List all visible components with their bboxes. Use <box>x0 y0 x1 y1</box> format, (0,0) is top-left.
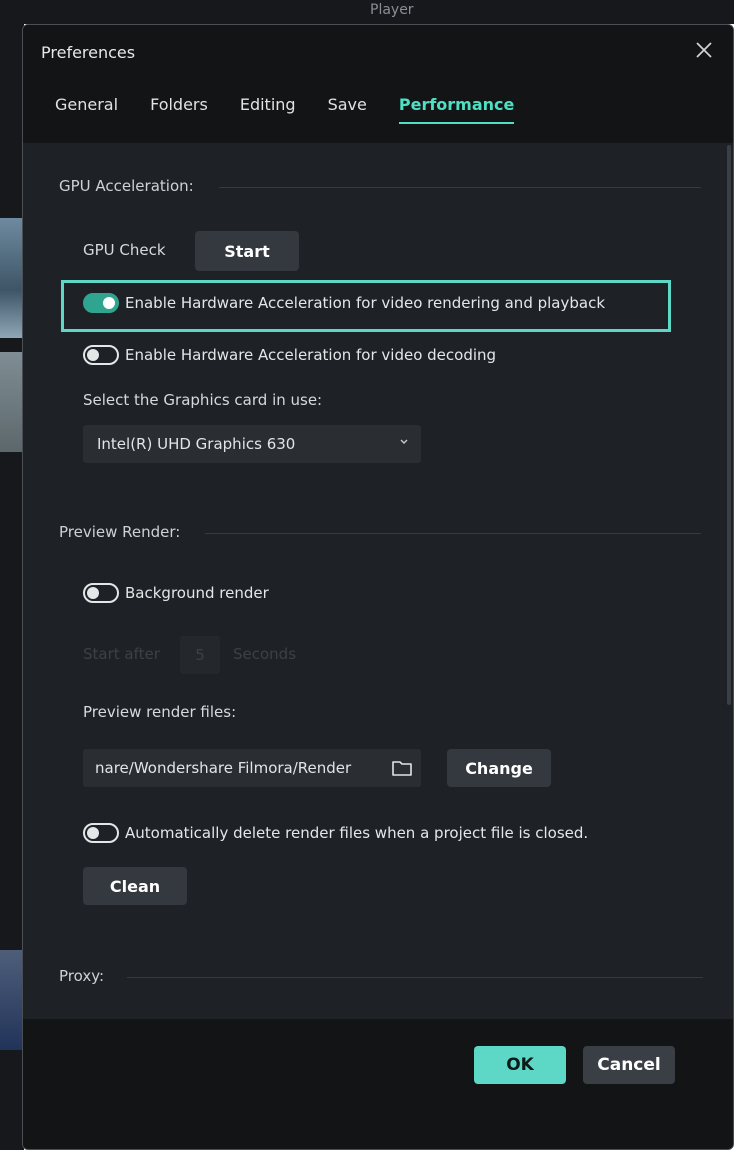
tab-editing[interactable]: Editing <box>240 95 296 124</box>
hw-render-toggle[interactable] <box>83 293 119 313</box>
chevron-down-icon <box>400 439 408 444</box>
background-media-strip <box>0 0 24 1150</box>
tab-performance[interactable]: Performance <box>398 95 514 124</box>
hw-render-toggle-row[interactable]: Enable Hardware Acceleration for video r… <box>83 293 605 313</box>
hw-render-label: Enable Hardware Acceleration for video r… <box>125 294 606 312</box>
auto-delete-label: Automatically delete render files when a… <box>125 824 589 842</box>
seconds-label: Seconds <box>233 645 297 663</box>
gpu-check-label: GPU Check <box>83 241 166 259</box>
background-render-label: Background render <box>125 584 269 602</box>
close-button[interactable] <box>693 39 715 61</box>
graphics-card-select[interactable]: Intel(R) UHD Graphics 630 <box>83 425 421 463</box>
background-render-toggle[interactable] <box>83 583 119 603</box>
player-label: Player <box>370 2 414 18</box>
dialog-title: Preferences <box>41 43 136 62</box>
media-thumbnail <box>0 218 24 338</box>
close-icon <box>696 42 712 58</box>
hw-decode-toggle-row[interactable]: Enable Hardware Acceleration for video d… <box>83 345 496 365</box>
graphics-card-value: Intel(R) UHD Graphics 630 <box>97 435 296 453</box>
render-path-value: nare/Wondershare Filmora/Render <box>95 759 352 777</box>
render-files-label: Preview render files: <box>83 703 237 721</box>
background-toolbar: Player <box>0 0 734 24</box>
graphics-card-label: Select the Graphics card in use: <box>83 391 323 409</box>
dialog-footer <box>23 1019 733 1149</box>
media-thumbnail <box>0 950 24 1050</box>
dialog-header: Preferences General Folders Editing Save… <box>23 25 733 143</box>
ok-button[interactable]: OK <box>474 1046 566 1084</box>
proxy-section-title: Proxy: <box>59 967 105 985</box>
gpu-check-start-button[interactable]: Start <box>195 231 299 271</box>
scrollbar[interactable] <box>727 145 731 705</box>
cancel-button[interactable]: Cancel <box>583 1046 675 1084</box>
gpu-section-title: GPU Acceleration: <box>59 177 194 195</box>
tab-save[interactable]: Save <box>328 95 367 124</box>
background-render-toggle-row[interactable]: Background render <box>83 583 269 603</box>
start-after-label: Start after <box>83 645 160 663</box>
change-path-button[interactable]: Change <box>447 749 551 787</box>
hw-decode-label: Enable Hardware Acceleration for video d… <box>125 346 497 364</box>
section-divider <box>205 533 701 534</box>
start-after-input: 5 <box>180 636 220 674</box>
auto-delete-toggle-row[interactable]: Automatically delete render files when a… <box>83 823 588 843</box>
tab-bar: General Folders Editing Save Performance <box>55 95 546 124</box>
section-divider <box>127 977 703 978</box>
tab-folders[interactable]: Folders <box>150 95 208 124</box>
preview-render-section-title: Preview Render: <box>59 523 181 541</box>
render-path-field[interactable]: nare/Wondershare Filmora/Render <box>83 749 421 787</box>
clean-button[interactable]: Clean <box>83 867 187 905</box>
section-divider <box>219 187 701 188</box>
tab-general[interactable]: General <box>55 95 118 124</box>
media-thumbnail <box>0 352 24 452</box>
auto-delete-toggle[interactable] <box>83 823 119 843</box>
hw-decode-toggle[interactable] <box>83 345 119 365</box>
preferences-dialog: Preferences General Folders Editing Save… <box>22 24 734 1150</box>
folder-icon[interactable] <box>391 758 413 778</box>
